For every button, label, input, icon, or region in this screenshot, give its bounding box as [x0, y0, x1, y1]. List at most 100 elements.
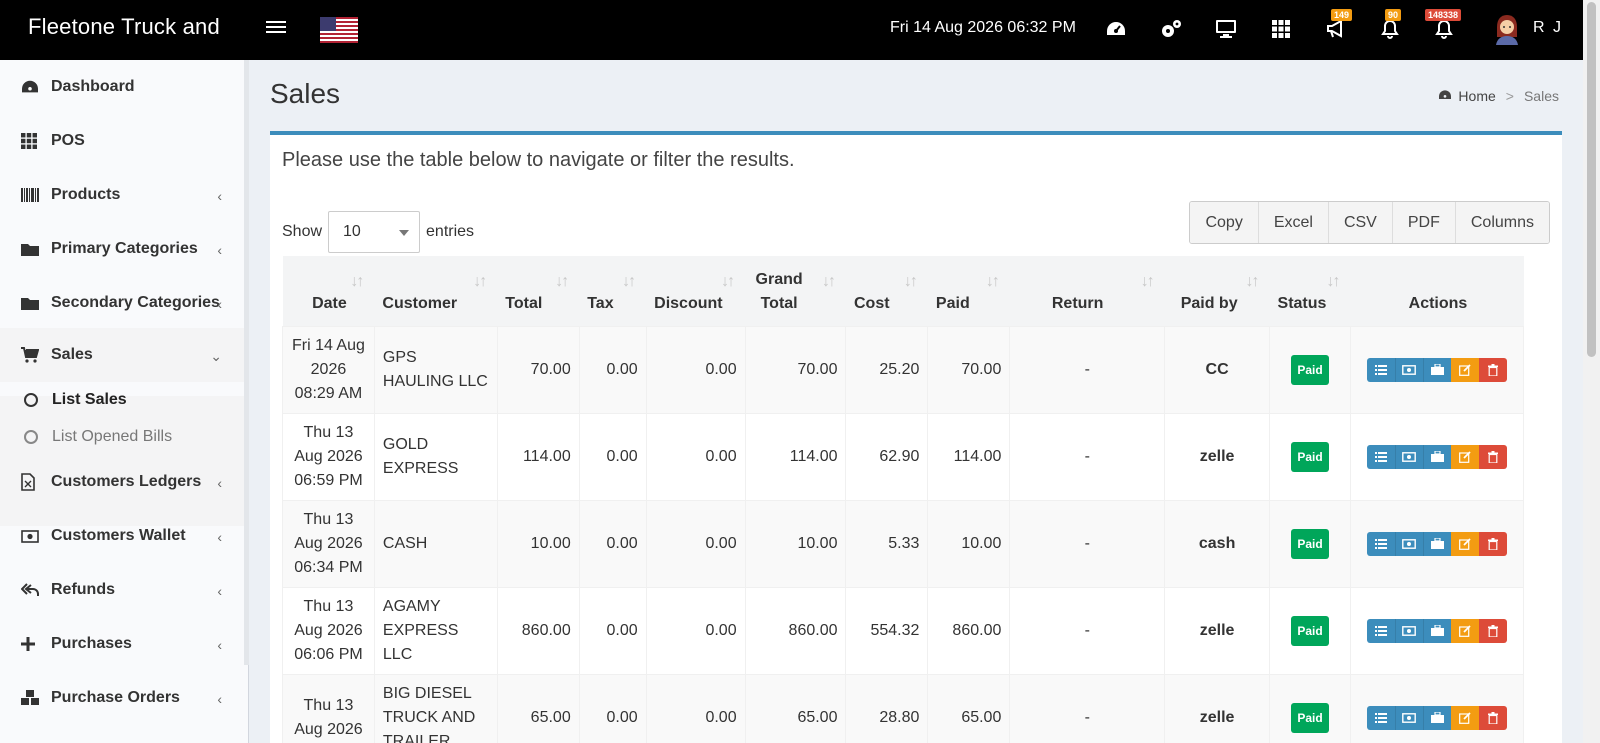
- sidebar-item-primary-categories[interactable]: Primary Categories ‹: [0, 222, 244, 276]
- sidebar-item-purchases[interactable]: Purchases ‹: [0, 617, 244, 671]
- sidebar-item-purchase-orders[interactable]: Purchase Orders ‹: [0, 671, 244, 725]
- col-header-customer[interactable]: Customer ↓↑: [374, 256, 498, 326]
- status-badge: Paid: [1291, 702, 1329, 733]
- delivery-briefcase-icon[interactable]: [1422, 705, 1451, 730]
- col-header-paid-by[interactable]: Paid by ↓↑: [1164, 256, 1270, 326]
- col-header-discount[interactable]: Discount ↓↑: [646, 256, 746, 326]
- sort-icon: ↓↑: [622, 273, 636, 290]
- sidebar-item-refunds[interactable]: Refunds ‹: [0, 563, 244, 617]
- scrollbar-thumb[interactable]: [1587, 2, 1596, 357]
- chevron-left-icon: ‹: [217, 296, 222, 312]
- sidebar-item-secondary-categories[interactable]: Secondary Categories ‹: [0, 276, 244, 330]
- status-badge: Paid: [1291, 441, 1329, 472]
- edit-icon[interactable]: [1450, 618, 1479, 643]
- col-header-total[interactable]: Total ↓↑: [497, 256, 580, 326]
- table-row[interactable]: Thu 13 Aug 2026 BIG DIESEL TRUCK AND TRA…: [282, 673, 1525, 743]
- payments-money-icon[interactable]: [1394, 357, 1423, 382]
- cell-paid: 10.00: [927, 499, 1011, 588]
- cell-paid: 114.00: [927, 412, 1011, 501]
- view-details-icon[interactable]: [1366, 444, 1395, 469]
- copy-button[interactable]: Copy: [1190, 202, 1258, 243]
- table-row[interactable]: Thu 13 Aug 2026 06:06 PM AGAMY EXPRESS L…: [282, 586, 1525, 675]
- delete-trash-icon[interactable]: [1478, 531, 1507, 556]
- view-details-icon[interactable]: [1366, 357, 1395, 382]
- delivery-briefcase-icon[interactable]: [1422, 618, 1451, 643]
- col-header-grand-total[interactable]: Grand Total ↓↑: [745, 256, 846, 326]
- sidebar-item-pos[interactable]: POS: [0, 114, 244, 168]
- columns-button[interactable]: Columns: [1454, 202, 1549, 243]
- table-header-row: Date ↓↑ Customer ↓↑ Total ↓↑ Tax ↓↑ Discount…: [282, 256, 1524, 326]
- chevron-left-icon: ‹: [217, 691, 222, 707]
- delete-trash-icon[interactable]: [1478, 705, 1507, 730]
- col-header-return[interactable]: Return ↓↑: [1009, 256, 1165, 326]
- edit-icon[interactable]: [1450, 444, 1479, 469]
- table-row[interactable]: Thu 13 Aug 2026 06:59 PM GOLD EXPRESS 11…: [282, 412, 1525, 501]
- sidebar-item-customers-ledgers[interactable]: Customers Ledgers ‹: [0, 455, 244, 509]
- edit-icon[interactable]: [1450, 531, 1479, 556]
- cell-date: Thu 13 Aug 2026: [282, 673, 375, 743]
- cell-status: Paid: [1269, 499, 1351, 588]
- excel-button[interactable]: Excel: [1257, 202, 1328, 243]
- payments-money-icon[interactable]: [1394, 705, 1423, 730]
- sidebar-item-label: Products: [51, 186, 121, 203]
- cell-total: 70.00: [496, 325, 580, 414]
- delivery-briefcase-icon[interactable]: [1422, 444, 1451, 469]
- sidebar-item-customers-wallet[interactable]: Customers Wallet ‹: [0, 509, 244, 563]
- dashboard-icon[interactable]: [1103, 16, 1129, 42]
- sidebar-item-dashboard[interactable]: Dashboard: [0, 60, 244, 114]
- view-details-icon[interactable]: [1366, 531, 1395, 556]
- settings-gears-icon[interactable]: [1158, 16, 1184, 42]
- page-length-select[interactable]: 10: [328, 211, 421, 253]
- delete-trash-icon[interactable]: [1478, 618, 1507, 643]
- delivery-briefcase-icon[interactable]: [1422, 357, 1451, 382]
- col-header-tax[interactable]: Tax ↓↑: [579, 256, 647, 326]
- payments-money-icon[interactable]: [1394, 444, 1423, 469]
- cell-cost: 28.80: [845, 673, 929, 743]
- cell-tax: 0.00: [578, 586, 647, 675]
- view-details-icon[interactable]: [1366, 618, 1395, 643]
- apps-grid-icon[interactable]: [1268, 16, 1294, 42]
- sort-icon: ↓↑: [1245, 273, 1260, 290]
- col-header-date[interactable]: Date ↓↑: [282, 256, 375, 326]
- sort-icon: ↓↑: [821, 273, 836, 290]
- delete-trash-icon[interactable]: [1478, 357, 1507, 382]
- breadcrumb: Home > Sales: [1438, 88, 1559, 104]
- table-row[interactable]: Thu 13 Aug 2026 06:34 PM CASH 10.00 0.00…: [282, 499, 1525, 588]
- sidebar-subitem-list-sales[interactable]: List Sales: [0, 382, 244, 418]
- desktop-icon[interactable]: [1213, 16, 1239, 42]
- us-flag-icon[interactable]: [320, 17, 358, 43]
- edit-icon[interactable]: [1450, 705, 1479, 730]
- col-header-cost[interactable]: Cost ↓↑: [845, 256, 928, 326]
- barcode-icon: [21, 188, 43, 202]
- cell-grand-total: 70.00: [744, 325, 847, 414]
- csv-button[interactable]: CSV: [1327, 202, 1392, 243]
- table-row[interactable]: Fri 14 Aug 2026 08:29 AM GPS HAULING LLC…: [282, 325, 1525, 414]
- brand-logo-text[interactable]: Fleetone Truck and: [28, 14, 220, 40]
- sidebar-item-sales[interactable]: Sales ⌄: [0, 328, 244, 382]
- breadcrumb-home-link[interactable]: Home: [1458, 88, 1495, 104]
- alerts-bell-icon[interactable]: 148338: [1425, 9, 1462, 42]
- col-header-paid[interactable]: Paid ↓↑: [927, 256, 1010, 326]
- notifications-bell-icon[interactable]: 90: [1377, 9, 1403, 42]
- pdf-button[interactable]: PDF: [1391, 202, 1455, 243]
- col-header-status[interactable]: Status ↓↑: [1269, 256, 1351, 326]
- user-avatar[interactable]: [1493, 13, 1521, 45]
- delivery-briefcase-icon[interactable]: [1422, 531, 1451, 556]
- cell-status: Paid: [1269, 673, 1351, 743]
- delete-trash-icon[interactable]: [1478, 444, 1507, 469]
- sidebar-item-products[interactable]: Products ‹: [0, 168, 244, 222]
- user-name[interactable]: R J: [1533, 19, 1563, 37]
- payments-money-icon[interactable]: [1394, 531, 1423, 556]
- cell-status: Paid: [1269, 586, 1351, 675]
- status-badge: Paid: [1291, 354, 1329, 385]
- announcements-icon[interactable]: 149: [1323, 9, 1353, 42]
- sidebar-toggle-icon[interactable]: [266, 18, 286, 38]
- sort-icon: ↓↑: [721, 273, 735, 290]
- breadcrumb-separator: >: [1505, 88, 1514, 104]
- view-details-icon[interactable]: [1366, 705, 1395, 730]
- payments-money-icon[interactable]: [1394, 618, 1423, 643]
- chevron-left-icon: ‹: [217, 583, 222, 599]
- page-scrollbar[interactable]: [1583, 0, 1600, 743]
- edit-icon[interactable]: [1450, 357, 1479, 382]
- sidebar-subitem-list-opened-bills[interactable]: List Opened Bills: [0, 419, 244, 455]
